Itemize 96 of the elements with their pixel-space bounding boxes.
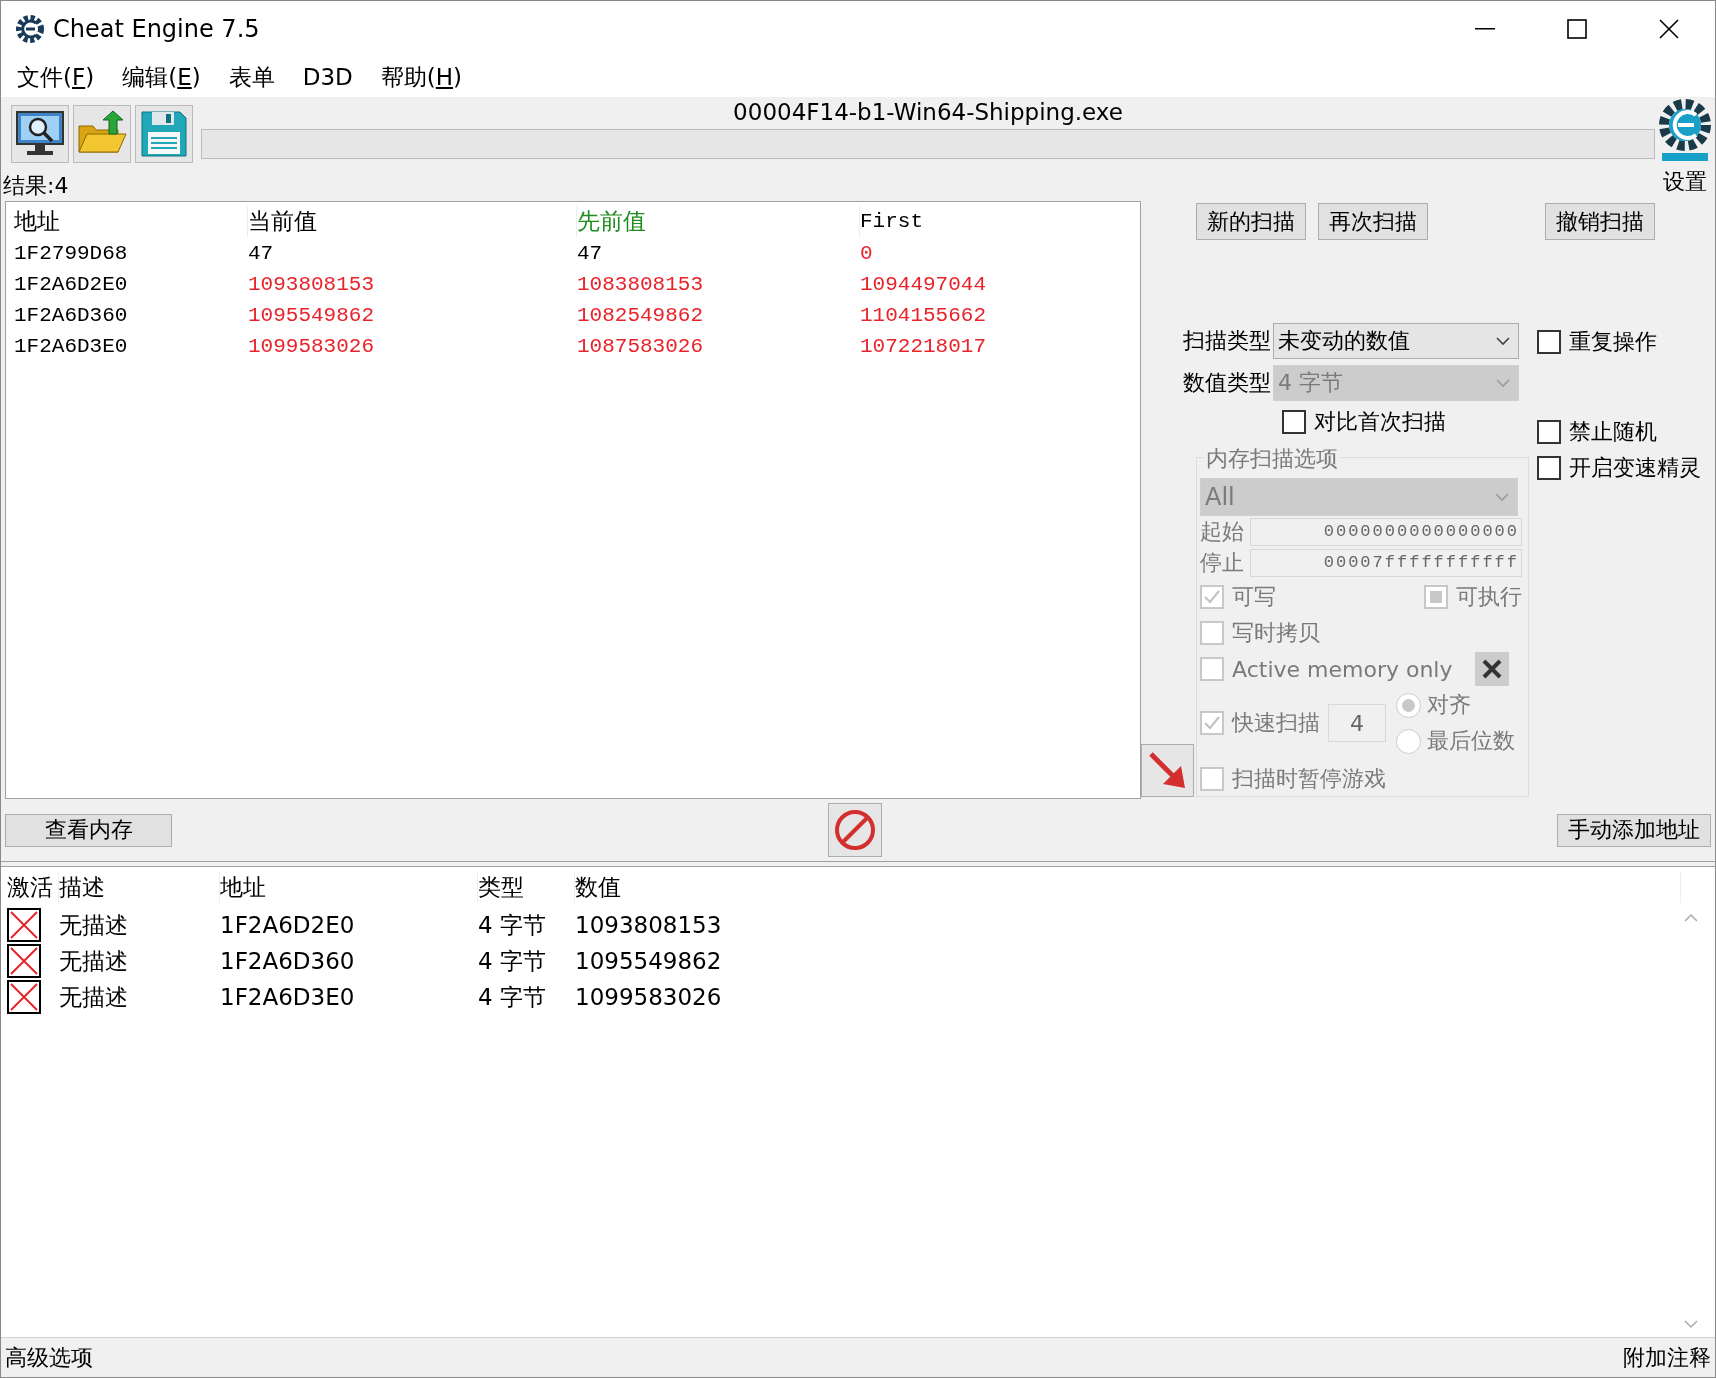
table-cell-text: 1095549862 — [248, 304, 376, 327]
scroll-up-icon[interactable] — [1684, 913, 1698, 922]
radio-label: 最后位数 — [1427, 727, 1515, 755]
minimize-icon — [1475, 28, 1495, 30]
table-cell-text: 1F2A6D3E0 — [220, 984, 356, 1010]
add-address-button[interactable]: 手动添加地址 — [1557, 813, 1711, 847]
column-header[interactable]: 数值 — [575, 871, 1681, 903]
chevron-down-icon — [1496, 378, 1510, 388]
undo-scan-button[interactable]: 撤销扫描 — [1545, 203, 1655, 240]
checkbox-label: 扫描时暂停游戏 — [1232, 765, 1386, 793]
column-header[interactable]: 先前值 — [577, 205, 860, 237]
stop-button[interactable] — [827, 803, 882, 857]
table-cell-text: 1F2A6D2E0 — [14, 273, 129, 296]
table-cell-text: 无描述 — [59, 982, 129, 1012]
checkbox[interactable] — [1537, 330, 1561, 354]
result-count: 结果:4 — [3, 172, 70, 200]
checkbox-label: 禁止随机 — [1569, 418, 1657, 446]
table-cell-text: 1F2A6D360 — [220, 948, 356, 974]
table-cell-text: 47 — [248, 242, 275, 265]
checkbox-label: 可写 — [1232, 583, 1276, 611]
table-cell-text: 1F2799D68 — [14, 242, 129, 265]
radio-label: 对齐 — [1427, 691, 1471, 719]
field-label: 起始 — [1200, 517, 1244, 546]
monitor-magnifier-icon — [15, 110, 65, 158]
table-cell-text: 4 字节 — [478, 946, 547, 976]
checkbox[interactable] — [1537, 420, 1561, 444]
new-scan-button[interactable]: 新的扫描 — [1196, 203, 1306, 240]
table-cell-text: 1099583026 — [575, 984, 723, 1010]
table-cell-text: 4 字节 — [478, 982, 547, 1012]
table-cell-text: 无描述 — [59, 910, 129, 940]
menu-item[interactable]: 编辑(E) — [122, 61, 201, 93]
column-header[interactable]: 激活 — [7, 871, 59, 903]
column-header[interactable]: 地址 — [14, 205, 248, 237]
column-header[interactable]: 地址 — [220, 871, 478, 903]
window-title: Cheat Engine 7.5 — [53, 15, 260, 43]
process-name: 00004F14-b1-Win64-Shipping.exe — [733, 99, 1123, 127]
checkbox-label: Active memory only — [1232, 656, 1453, 682]
table-cell-text: 1F2A6D360 — [14, 304, 129, 327]
column-header[interactable]: 描述 — [59, 871, 220, 903]
column-header[interactable]: 当前值 — [248, 205, 577, 237]
comments-label[interactable]: 附加注释 — [1623, 1342, 1711, 1373]
table-cell-text: 1099583026 — [248, 335, 376, 358]
menu-item[interactable]: 文件(F) — [17, 61, 95, 93]
process-select-button[interactable] — [11, 105, 69, 163]
chevron-down-icon — [1496, 336, 1510, 346]
scan-type-dropdown[interactable]: 未变动的数值 — [1273, 323, 1519, 359]
gear-logo-icon[interactable] — [1658, 97, 1712, 163]
next-scan-button[interactable]: 再次扫描 — [1318, 203, 1428, 240]
checkbox-label: 写时拷贝 — [1232, 619, 1320, 647]
table-cell-text: 无描述 — [59, 946, 129, 976]
open-file-button[interactable] — [73, 105, 131, 163]
checkbox-label: 重复操作 — [1569, 328, 1657, 356]
field-label: 数值类型 — [1183, 369, 1271, 397]
gear-logo-icon — [15, 14, 45, 44]
settings-label[interactable]: 设置 — [1663, 167, 1707, 197]
checkbox[interactable] — [1537, 456, 1561, 480]
active-checkbox[interactable] — [7, 980, 41, 1014]
active-checkbox[interactable] — [7, 908, 41, 942]
memory-view-button[interactable]: 查看内存 — [5, 813, 172, 847]
column-header[interactable]: 类型 — [478, 871, 575, 903]
table-cell-text: 47 — [577, 242, 604, 265]
menu-item[interactable]: 表单 — [228, 61, 275, 93]
table-cell-text: 1094497044 — [860, 273, 988, 296]
add-to-list-button[interactable] — [1141, 744, 1194, 797]
table-cell-text: 1F2A6D3E0 — [14, 335, 129, 358]
chevron-down-icon — [1495, 492, 1509, 502]
field-label: 扫描类型 — [1183, 327, 1271, 355]
active-checkbox[interactable] — [7, 944, 41, 978]
table-cell-text: 0 — [860, 242, 874, 265]
advanced-options-label[interactable]: 高级选项 — [5, 1342, 93, 1373]
checkbox-label: 可执行 — [1456, 583, 1522, 611]
table-cell-text: 1087583026 — [577, 335, 705, 358]
checkbox-label: 开启变速精灵 — [1569, 454, 1701, 482]
table-cell-text: 1093808153 — [248, 273, 376, 296]
maximize-icon — [1567, 19, 1587, 39]
table-cell-text: 1072218017 — [860, 335, 988, 358]
menu-item[interactable]: D3D — [302, 64, 353, 90]
checkbox-label: 快速扫描 — [1232, 709, 1320, 737]
clear-button[interactable] — [1474, 652, 1509, 686]
close-icon — [1481, 659, 1502, 679]
table-cell-text: 4 字节 — [478, 910, 547, 940]
checkbox-label: 对比首次扫描 — [1314, 408, 1446, 436]
table-cell-text: 1083808153 — [577, 273, 705, 296]
table-cell-text: 1F2A6D2E0 — [220, 912, 356, 938]
table-cell-text: 1104155662 — [860, 304, 988, 327]
menu-item[interactable]: 帮助(H) — [380, 61, 463, 93]
column-header[interactable]: First — [860, 209, 1140, 233]
close-icon — [1659, 19, 1679, 39]
checkbox[interactable] — [1282, 410, 1306, 434]
scroll-down-icon[interactable] — [1684, 1320, 1698, 1329]
save-button[interactable] — [135, 105, 193, 163]
field-label: 停止 — [1200, 548, 1244, 577]
table-cell-text: 1093808153 — [575, 912, 723, 938]
table-cell-text: 1095549862 — [575, 948, 723, 974]
prohibited-icon — [833, 809, 876, 851]
table-cell-text: 1082549862 — [577, 304, 705, 327]
